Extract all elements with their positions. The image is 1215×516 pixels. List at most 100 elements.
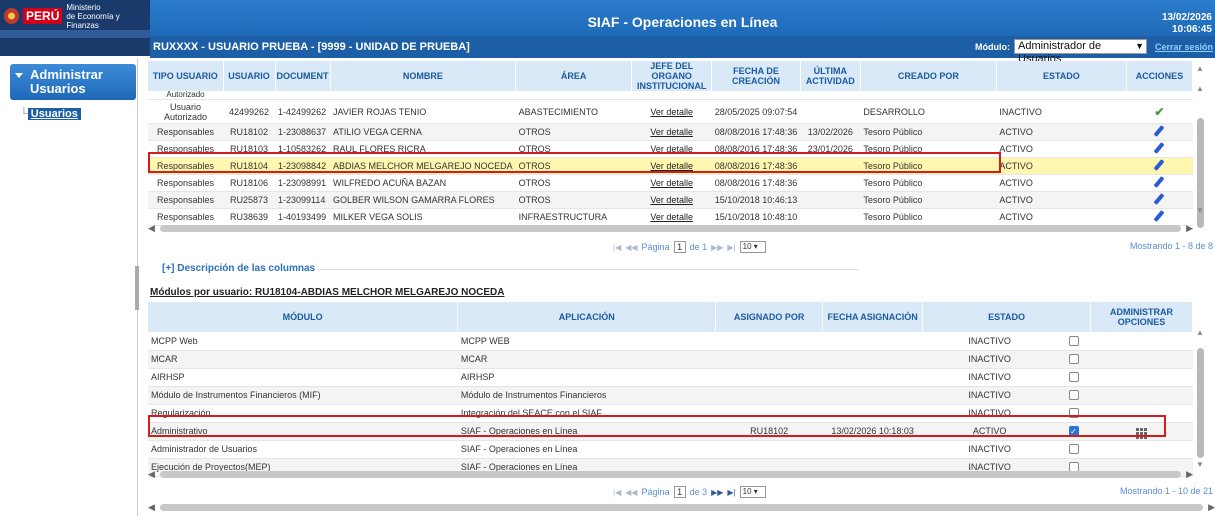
- prev-page-icon[interactable]: ◀◀: [625, 243, 637, 252]
- page-horizontal-scrollbar[interactable]: ◀ ▶: [148, 502, 1215, 512]
- view-detail-link[interactable]: Ver detalle: [650, 127, 693, 137]
- column-header[interactable]: MÓDULO: [148, 302, 459, 332]
- logout-link[interactable]: Cerrar sesión: [1155, 42, 1213, 52]
- view-detail-link[interactable]: Ver detalle: [650, 107, 693, 117]
- table-row[interactable]: AIRHSP AIRHSP INACTIVO: [148, 368, 1193, 387]
- prev-page-icon[interactable]: ◀◀: [625, 488, 637, 497]
- view-detail-link[interactable]: Ver detalle: [650, 195, 693, 205]
- edit-pencil-icon[interactable]: [1153, 125, 1165, 137]
- activate-check-icon[interactable]: ✔: [1154, 105, 1164, 119]
- table-row[interactable]: Responsables RU25873 1-23099114 GOLBER WILS…: [148, 191, 1193, 209]
- column-header[interactable]: ÁREA: [515, 61, 633, 91]
- sidebar-item-usuarios[interactable]: └ Usuarios: [20, 108, 81, 120]
- assign-checkbox[interactable]: [1068, 354, 1079, 365]
- column-header[interactable]: ACCIONES: [1126, 61, 1194, 91]
- edit-pencil-icon[interactable]: [1153, 142, 1165, 154]
- next-page-icon[interactable]: ▶▶: [711, 243, 723, 252]
- column-header[interactable]: FECHA DE CREACIÓN: [711, 61, 801, 91]
- assign-checkbox[interactable]: [1068, 408, 1079, 419]
- sidebar-section-administrar-usuarios[interactable]: Administrar Usuarios: [10, 64, 136, 100]
- users-vertical-scrollbar[interactable]: ▲ ▲ ▼: [1196, 58, 1206, 238]
- time: 10:06:45: [1171, 24, 1212, 35]
- table-row[interactable]: Responsables RU18104 1-23098842 ABDIAS MELC…: [148, 157, 1193, 175]
- cell-creado: Tesoro Público: [860, 191, 997, 209]
- scroll-down-icon[interactable]: ▼: [1196, 206, 1204, 215]
- column-header[interactable]: ADMINISTRAR OPCIONES: [1090, 302, 1194, 332]
- view-detail-link[interactable]: Ver detalle: [650, 161, 693, 171]
- table-row[interactable]: Módulo de Instrumentos Financieros (MIF)…: [148, 386, 1193, 405]
- table-row[interactable]: Responsables RU18102 1-23088637 ATILIO VEGA…: [148, 123, 1193, 141]
- assign-checkbox[interactable]: [1068, 372, 1079, 383]
- view-detail-link[interactable]: Ver detalle: [650, 144, 693, 154]
- modules-vertical-scrollbar[interactable]: ▲ ▼: [1196, 308, 1206, 488]
- scroll-thumb[interactable]: [1197, 348, 1204, 458]
- scroll-thumb[interactable]: [160, 225, 1181, 232]
- table-row[interactable]: Responsables RU18106 1-23098991 WILFREDO AC…: [148, 174, 1193, 192]
- table-row[interactable]: Administrador de Usuarios SIAF - Operacio…: [148, 440, 1193, 459]
- page-input[interactable]: 1: [673, 241, 686, 253]
- edit-pencil-icon[interactable]: [1153, 193, 1165, 205]
- scroll-left-icon[interactable]: ◀: [148, 502, 155, 513]
- last-page-icon[interactable]: ▶|: [727, 243, 735, 252]
- view-detail-link[interactable]: Ver detalle: [650, 212, 693, 222]
- cell-area: OTROS: [515, 140, 632, 158]
- column-header[interactable]: ÚLTIMA ACTIVIDAD: [800, 61, 861, 91]
- assign-checkbox[interactable]: [1068, 444, 1079, 455]
- scroll-right-icon[interactable]: ▶: [1186, 469, 1193, 480]
- cell-estado: ACTIVO: [996, 191, 1127, 209]
- column-header[interactable]: NOMBRE: [330, 61, 517, 91]
- manage-options-grid-icon[interactable]: [1135, 428, 1147, 439]
- last-page-icon[interactable]: ▶|: [727, 488, 735, 497]
- view-detail-link[interactable]: Ver detalle: [650, 178, 693, 188]
- table-row[interactable]: Responsables RU18103 1-10583262 RAUL FLORES…: [148, 140, 1193, 158]
- table-row[interactable]: Usuario Autorizado 42499262 1-42499262 JAVI…: [148, 99, 1193, 124]
- assign-checkbox[interactable]: [1068, 390, 1079, 401]
- column-header[interactable]: CREADO POR: [860, 61, 997, 91]
- scroll-up-icon[interactable]: ▲: [1196, 84, 1204, 93]
- column-header[interactable]: FECHA ASIGNACIÓN: [822, 302, 924, 332]
- column-header[interactable]: DOCUMENT: [275, 61, 331, 91]
- scroll-up-icon[interactable]: ▲: [1196, 328, 1204, 337]
- rows-per-page-select[interactable]: 10 ▾: [739, 241, 766, 253]
- next-page-icon[interactable]: ▶▶: [711, 488, 723, 497]
- edit-pencil-icon[interactable]: [1153, 159, 1165, 171]
- column-header[interactable]: ASIGNADO POR: [715, 302, 824, 332]
- edit-pencil-icon[interactable]: [1153, 176, 1165, 188]
- column-header[interactable]: TIPO USUARIO: [148, 61, 224, 91]
- column-header[interactable]: ESTADO: [922, 302, 1091, 332]
- column-header[interactable]: JEFE DEL ORGANO INSTITUCIONAL: [631, 61, 713, 91]
- scroll-thumb[interactable]: [160, 504, 1203, 511]
- sidebar-resize-handle[interactable]: [135, 266, 139, 310]
- scroll-down-icon[interactable]: ▼: [1196, 460, 1204, 469]
- cell-area: OTROS: [515, 157, 632, 175]
- table-row[interactable]: MCPP Web MCPP WEB INACTIVO: [148, 332, 1193, 351]
- edit-pencil-icon[interactable]: [1153, 210, 1165, 222]
- first-page-icon[interactable]: |◀: [613, 488, 621, 497]
- rows-per-page-select[interactable]: 10 ▾: [739, 486, 766, 498]
- scroll-left-icon[interactable]: ◀: [148, 469, 155, 480]
- cell-area: OTROS: [515, 123, 632, 141]
- page-input[interactable]: 1: [673, 486, 686, 498]
- assign-checkbox[interactable]: [1068, 336, 1079, 347]
- tree-connector-icon: └: [20, 108, 28, 120]
- modules-horizontal-scrollbar[interactable]: ◀ ▶: [148, 469, 1193, 479]
- cell-fecha: [822, 368, 923, 387]
- table-cell: [515, 91, 632, 100]
- assign-checkbox[interactable]: ✓: [1068, 426, 1079, 437]
- scroll-right-icon[interactable]: ▶: [1186, 223, 1193, 234]
- column-description-toggle[interactable]: [+] Descripción de las columnas: [162, 263, 315, 274]
- column-header[interactable]: APLICACIÓN: [457, 302, 717, 332]
- scroll-right-icon[interactable]: ▶: [1208, 502, 1215, 513]
- scroll-left-icon[interactable]: ◀: [148, 223, 155, 234]
- scroll-up-icon[interactable]: ▲: [1196, 64, 1204, 73]
- table-row[interactable]: Administrativo SIAF - Operaciones en Líne…: [148, 422, 1193, 441]
- column-header[interactable]: USUARIO: [223, 61, 276, 91]
- module-select[interactable]: Administrador de Usuarios ▼: [1014, 39, 1147, 65]
- first-page-icon[interactable]: |◀: [613, 243, 621, 252]
- table-row[interactable]: MCAR MCAR INACTIVO: [148, 350, 1193, 369]
- users-horizontal-scrollbar[interactable]: ◀ ▶: [148, 223, 1193, 233]
- cell-documento: 1-23088637: [275, 123, 331, 141]
- column-header[interactable]: ESTADO: [996, 61, 1127, 91]
- table-row[interactable]: Regularización Integración del SEACE con …: [148, 404, 1193, 423]
- scroll-thumb[interactable]: [160, 471, 1181, 478]
